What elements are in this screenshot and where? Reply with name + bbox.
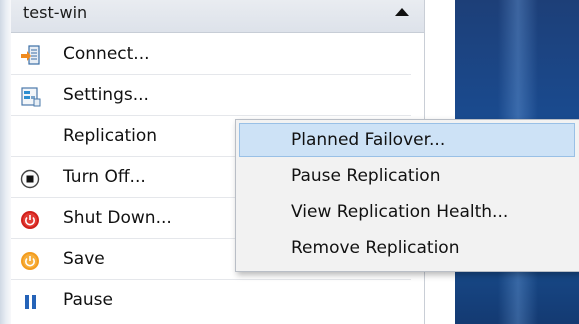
vm-name-title: test-win xyxy=(23,3,88,22)
menu-item-label: Turn Off... xyxy=(63,167,146,187)
pause-icon xyxy=(20,291,40,311)
submenu-item-label: Planned Failover... xyxy=(291,130,446,150)
vm-actions-header[interactable]: test-win xyxy=(11,0,424,33)
replication-submenu: Planned Failover... Pause Replication Vi… xyxy=(235,119,579,272)
submenu-item-label: Pause Replication xyxy=(291,166,441,186)
save-icon xyxy=(20,250,40,270)
turn-off-icon xyxy=(20,168,40,189)
submenu-item-label: View Replication Health... xyxy=(291,202,509,222)
menu-item-label: Replication xyxy=(63,126,158,146)
menu-item-label: Connect... xyxy=(63,44,150,64)
window-left-edge xyxy=(0,0,11,324)
submenu-item-remove-replication[interactable]: Remove Replication xyxy=(239,231,575,265)
menu-item-pause[interactable]: Pause xyxy=(11,280,411,320)
shut-down-icon xyxy=(20,209,40,229)
submenu-item-pause-replication[interactable]: Pause Replication xyxy=(239,159,575,193)
menu-item-connect[interactable]: Connect... xyxy=(11,34,411,75)
menu-item-label: Shut Down... xyxy=(63,208,172,228)
submenu-item-view-replication-health[interactable]: View Replication Health... xyxy=(239,195,575,229)
screen: test-win Connect... Settings... Replicat… xyxy=(0,0,579,324)
collapse-arrow-icon[interactable] xyxy=(395,8,409,16)
submenu-item-label: Remove Replication xyxy=(291,238,460,258)
settings-icon xyxy=(20,86,41,107)
menu-item-label: Pause xyxy=(63,290,113,310)
menu-item-label: Save xyxy=(63,249,105,269)
menu-item-label: Settings... xyxy=(63,85,149,105)
menu-item-settings[interactable]: Settings... xyxy=(11,75,411,116)
submenu-item-planned-failover[interactable]: Planned Failover... xyxy=(239,123,575,157)
connect-icon xyxy=(20,45,40,65)
